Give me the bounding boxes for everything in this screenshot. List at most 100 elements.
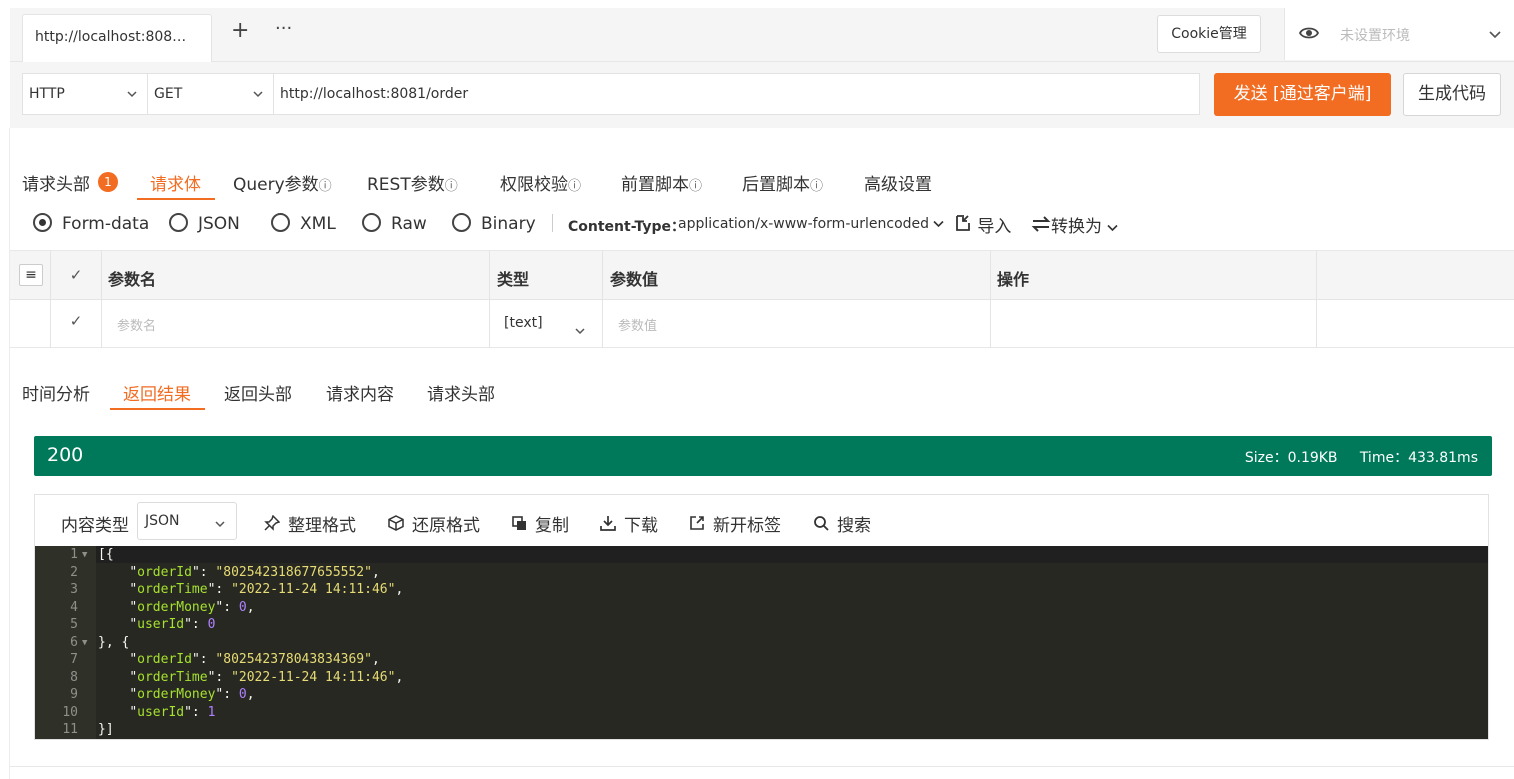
request-tab-title: http://localhost:808…: [35, 29, 187, 45]
menu-icon[interactable]: ≡: [19, 264, 43, 286]
download-button[interactable]: 下载: [600, 511, 658, 536]
param-name-input[interactable]: 参数名: [117, 315, 156, 334]
tab-advanced[interactable]: 高级设置: [864, 170, 932, 195]
chevron-down-icon: [1107, 217, 1118, 237]
tab-pre-script-label: 前置脚本: [621, 175, 689, 195]
line-number: 1: [70, 547, 78, 562]
info-icon: ⓘ: [444, 179, 458, 194]
protocol-select[interactable]: HTTP: [22, 73, 148, 115]
line-number: 11: [62, 722, 78, 737]
divider: [552, 214, 553, 232]
info-icon: ⓘ: [318, 179, 332, 194]
content-type-label: 内容类型: [61, 516, 129, 536]
radio-json[interactable]: JSON: [169, 213, 240, 234]
row-checkbox[interactable]: ✓: [68, 313, 84, 329]
param-table-header: [10, 251, 1514, 300]
request-tab-active[interactable]: http://localhost:808…: [22, 14, 212, 62]
tab-request-body[interactable]: 请求体: [150, 170, 201, 195]
line-number: 4: [70, 599, 78, 615]
import-button[interactable]: 导入: [954, 212, 1011, 237]
info-icon: ⓘ: [689, 179, 703, 194]
json-value: 1: [207, 704, 216, 720]
copy-button[interactable]: 复制: [512, 511, 569, 536]
bottom-divider: [10, 766, 1514, 767]
more-icon[interactable]: ···: [275, 20, 292, 38]
fold-arrow-icon[interactable]: ▼: [82, 550, 87, 560]
generate-code-button[interactable]: 生成代码: [1403, 73, 1501, 116]
new-tab-label: 新开标签: [713, 516, 781, 536]
active-tab-underline: [110, 408, 205, 410]
line-number: 2: [70, 564, 78, 580]
line-number: 5: [70, 617, 78, 632]
cookie-manager-button[interactable]: Cookie管理: [1157, 15, 1261, 53]
new-tab-button[interactable]: 新开标签: [689, 511, 781, 536]
status-meta: Size：0.19KB Time：433.81ms: [1245, 447, 1478, 467]
response-editor[interactable]: [{ "orderId": "802542318677655552", "ord…: [35, 546, 1488, 739]
chevron-down-icon[interactable]: [575, 320, 585, 339]
tab-response-headers[interactable]: 返回头部: [224, 380, 292, 405]
method-select[interactable]: GET: [147, 73, 274, 115]
tab-rest-params[interactable]: REST参数ⓘ: [367, 170, 458, 195]
swap-icon: [1031, 216, 1051, 237]
code-line: "orderTime": "2022-11-24 14:11:46",: [129, 669, 404, 685]
beautify-label: 整理格式: [288, 516, 356, 536]
line-number: 6: [70, 634, 78, 650]
radio-circle: [362, 213, 381, 232]
cube-icon: [388, 515, 404, 535]
param-type-select[interactable]: [text]: [504, 315, 543, 331]
json-key: orderId: [137, 564, 192, 580]
tab-request-headers[interactable]: 请求头部: [22, 170, 90, 195]
json-key: orderMoney: [137, 687, 216, 702]
line-number: 9: [70, 687, 78, 702]
radio-xml[interactable]: XML: [271, 213, 336, 234]
select-all-checkbox[interactable]: ✓: [68, 267, 84, 283]
chevron-down-icon: [127, 87, 137, 101]
tab-query-params[interactable]: Query参数ⓘ: [233, 170, 332, 195]
restore-button[interactable]: 还原格式: [388, 511, 480, 536]
copy-icon: [512, 516, 527, 535]
header-param-name: 参数名: [108, 270, 157, 289]
tab-request-content[interactable]: 请求内容: [326, 380, 394, 405]
send-button[interactable]: 发送 [通过客户端]: [1214, 73, 1391, 116]
radio-circle: [169, 213, 188, 232]
json-key: orderMoney: [137, 599, 216, 615]
radio-binary[interactable]: Binary: [452, 213, 536, 234]
format-value: JSON: [145, 513, 180, 529]
convert-button[interactable]: 转换为: [1031, 212, 1118, 237]
param-value-input[interactable]: 参数值: [618, 315, 657, 334]
eye-icon[interactable]: [1298, 25, 1320, 45]
method-value: GET: [154, 86, 183, 102]
line-number: 7: [70, 652, 78, 667]
radio-form-data[interactable]: Form-data: [33, 213, 149, 234]
import-label: 导入: [977, 217, 1012, 237]
beautify-button[interactable]: 整理格式: [264, 511, 356, 536]
tab-pre-script[interactable]: 前置脚本ⓘ: [621, 170, 702, 195]
tab-request-headers-sent[interactable]: 请求头部: [427, 380, 495, 405]
tab-post-script[interactable]: 后置脚本ⓘ: [742, 170, 823, 195]
format-select[interactable]: JSON: [137, 502, 237, 540]
content-type-select[interactable]: application/x-www-form-urlencoded: [678, 216, 945, 232]
code-line: "orderId": "802542378043834369",: [129, 652, 380, 667]
tab-timing[interactable]: 时间分析: [22, 380, 90, 405]
radio-label: JSON: [198, 214, 240, 234]
code-line: }, {: [98, 634, 130, 650]
radio-raw[interactable]: Raw: [362, 213, 427, 234]
tab-auth-label: 权限校验: [500, 175, 568, 195]
environment-placeholder: 未设置环境: [1340, 28, 1410, 44]
chevron-down-icon[interactable]: [1489, 25, 1501, 44]
line-number: 3: [70, 582, 78, 597]
search-button[interactable]: 搜索: [813, 511, 871, 536]
plus-icon[interactable]: +: [231, 20, 249, 42]
fold-arrow-icon[interactable]: ▼: [82, 638, 87, 648]
chevron-down-icon: [253, 87, 263, 101]
json-key: userId: [137, 617, 185, 632]
status-code: 200: [47, 444, 84, 466]
download-icon: [600, 516, 616, 535]
status-bar: 200 Size：0.19KB Time：433.81ms: [34, 436, 1492, 476]
copy-label: 复制: [535, 516, 569, 536]
pin-icon: [264, 514, 281, 535]
url-input[interactable]: http://localhost:8081/order: [273, 73, 1200, 115]
header-type: 类型: [497, 270, 530, 289]
tab-auth[interactable]: 权限校验ⓘ: [500, 170, 581, 195]
tab-response-body[interactable]: 返回结果: [123, 380, 191, 405]
